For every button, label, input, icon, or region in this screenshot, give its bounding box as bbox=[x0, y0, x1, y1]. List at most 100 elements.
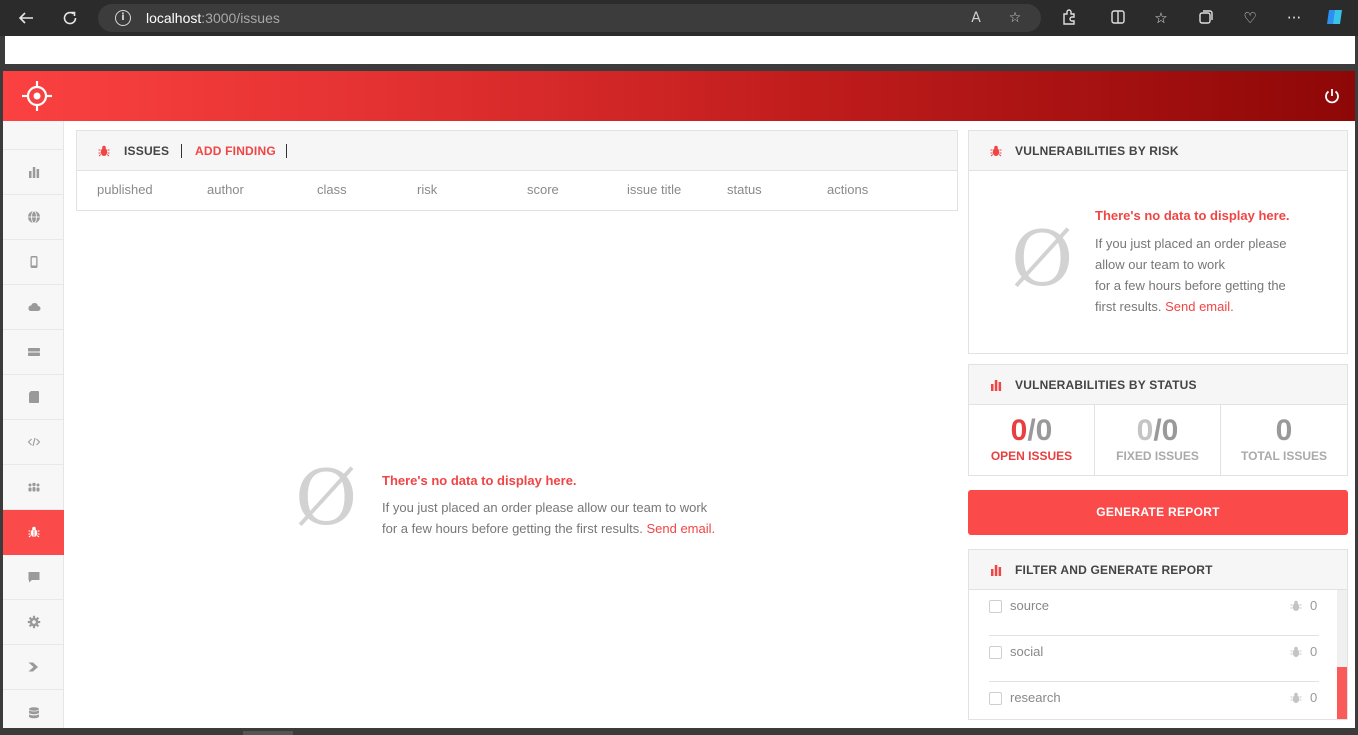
info-icon[interactable]: i bbox=[115, 10, 131, 26]
column-header-issue-title[interactable]: issue title bbox=[627, 182, 681, 197]
cloud-icon bbox=[27, 303, 40, 311]
risk-empty-description: If you just placed an order please allow… bbox=[1095, 236, 1287, 314]
sidebar-item-messages[interactable] bbox=[3, 555, 64, 600]
filter-row-source[interactable]: source 0 bbox=[989, 590, 1319, 636]
column-header-score[interactable]: score bbox=[527, 182, 559, 197]
sidebar-item-dashboard[interactable] bbox=[3, 150, 64, 195]
split-screen-icon[interactable] bbox=[1108, 8, 1128, 28]
header-divider bbox=[181, 144, 182, 158]
column-header-status[interactable]: status bbox=[727, 182, 762, 197]
status-panel-header: VULNERABILITIES BY STATUS bbox=[969, 365, 1347, 405]
app-window: ISSUES ADD FINDING published author clas… bbox=[3, 71, 1355, 728]
more-menu-icon[interactable]: ··· bbox=[1284, 8, 1304, 28]
total-issues-stat: 0 TOTAL ISSUES bbox=[1221, 405, 1347, 475]
collections-icon[interactable] bbox=[1196, 8, 1216, 28]
extensions-icon[interactable] bbox=[1059, 8, 1079, 28]
sidebar-item-forward[interactable] bbox=[3, 645, 64, 690]
source-checkbox[interactable] bbox=[989, 600, 1002, 613]
taskbar-indicator bbox=[243, 731, 293, 735]
filter-count: 0 bbox=[1310, 598, 1318, 613]
filter-label: social bbox=[1010, 644, 1044, 659]
bar-chart-icon bbox=[28, 167, 39, 178]
filter-scrollbar-thumb[interactable] bbox=[1337, 667, 1347, 719]
filter-panel-header: FILTER AND GENERATE REPORT bbox=[969, 550, 1347, 590]
sidebar-item-mobile[interactable] bbox=[3, 240, 64, 285]
column-header-author[interactable]: author bbox=[207, 182, 244, 197]
sidebar-item-issues[interactable] bbox=[3, 510, 64, 555]
url-text: localhost:3000/issues bbox=[146, 10, 280, 26]
column-header-actions[interactable]: actions bbox=[827, 182, 868, 197]
open-issues-label: OPEN ISSUES bbox=[990, 449, 1073, 463]
generate-report-button[interactable]: GENERATE REPORT bbox=[968, 490, 1348, 535]
code-icon bbox=[27, 437, 40, 447]
risk-panel: VULNERABILITIES BY RISK Ø There's no dat… bbox=[968, 130, 1348, 354]
empty-title: There's no data to display here. bbox=[382, 473, 577, 488]
send-email-link[interactable]: Send email. bbox=[1165, 299, 1234, 314]
filter-row-research[interactable]: research 0 bbox=[989, 682, 1319, 719]
issues-header: ISSUES ADD FINDING bbox=[77, 131, 957, 171]
open-issues-stat: 0/0 OPEN ISSUES bbox=[969, 405, 1095, 475]
sidebar-spacer bbox=[3, 121, 64, 150]
bug-icon bbox=[28, 526, 39, 538]
status-panel-title: VULNERABILITIES BY STATUS bbox=[1015, 378, 1197, 392]
header-divider bbox=[286, 144, 287, 158]
database-icon bbox=[28, 706, 39, 718]
favorites-icon[interactable]: ☆ bbox=[1151, 8, 1171, 28]
filter-label: source bbox=[1010, 598, 1050, 613]
column-header-published[interactable]: published bbox=[97, 182, 153, 197]
bug-icon bbox=[1290, 646, 1302, 657]
comment-icon bbox=[28, 572, 39, 583]
bug-icon bbox=[990, 145, 1002, 157]
fixed-issues-count: 0/0 bbox=[1136, 414, 1179, 447]
sidebar-item-server[interactable] bbox=[3, 330, 64, 375]
gear-icon bbox=[27, 615, 40, 629]
server-icon bbox=[27, 348, 40, 356]
read-aloud-icon[interactable]: A bbox=[966, 8, 986, 28]
risk-panel-title: VULNERABILITIES BY RISK bbox=[1015, 144, 1179, 158]
issues-panel: ISSUES ADD FINDING published author clas… bbox=[76, 130, 958, 211]
favorite-star-icon[interactable]: ☆ bbox=[1005, 8, 1025, 28]
add-finding-button[interactable]: ADD FINDING bbox=[195, 144, 276, 158]
copilot-icon[interactable] bbox=[1324, 6, 1344, 26]
status-columns: 0/0 OPEN ISSUES 0/0 FIXED ISSUES 0 TOTAL… bbox=[969, 405, 1347, 475]
send-email-link[interactable]: Send email. bbox=[646, 521, 715, 536]
sidebar-item-storage[interactable] bbox=[3, 375, 64, 420]
column-header-risk[interactable]: risk bbox=[417, 182, 437, 197]
bar-chart-icon bbox=[991, 565, 1002, 576]
sd-card-icon bbox=[28, 391, 39, 403]
reload-icon[interactable] bbox=[52, 0, 88, 36]
filter-row-social[interactable]: social 0 bbox=[989, 636, 1319, 682]
column-header-class[interactable]: class bbox=[317, 182, 347, 197]
bug-icon bbox=[1290, 600, 1302, 611]
fixed-issues-label: FIXED ISSUES bbox=[1116, 449, 1199, 463]
empty-set-icon: Ø bbox=[295, 453, 358, 542]
filter-label: research bbox=[1010, 690, 1061, 705]
sidebar-item-settings[interactable] bbox=[3, 600, 64, 645]
health-icon[interactable]: ♡ bbox=[1240, 8, 1260, 28]
target-logo-icon[interactable] bbox=[21, 80, 53, 112]
sidebar-item-web[interactable] bbox=[3, 195, 64, 240]
sidebar-item-code[interactable] bbox=[3, 420, 64, 465]
page-top-strip bbox=[5, 36, 1355, 64]
filter-count: 0 bbox=[1310, 644, 1318, 659]
status-panel: VULNERABILITIES BY STATUS 0/0 OPEN ISSUE… bbox=[968, 364, 1348, 476]
sidebar-item-social[interactable] bbox=[3, 465, 64, 510]
back-arrow-icon[interactable] bbox=[8, 0, 44, 36]
sidebar-item-cloud[interactable] bbox=[3, 285, 64, 330]
power-icon[interactable] bbox=[1323, 87, 1341, 105]
issues-empty-state: Ø There's no data to display here. If yo… bbox=[295, 458, 775, 546]
social-checkbox[interactable] bbox=[989, 646, 1002, 659]
research-checkbox[interactable] bbox=[989, 692, 1002, 705]
mobile-icon bbox=[30, 256, 37, 268]
filter-count: 0 bbox=[1310, 690, 1318, 705]
total-issues-label: TOTAL ISSUES bbox=[1240, 449, 1327, 463]
empty-set-icon: Ø bbox=[1011, 214, 1074, 303]
fixed-issues-stat: 0/0 FIXED ISSUES bbox=[1095, 405, 1221, 475]
sidebar-item-database[interactable] bbox=[3, 690, 64, 728]
users-icon bbox=[28, 482, 39, 492]
sidebar bbox=[3, 121, 64, 728]
filter-panel: FILTER AND GENERATE REPORT source 0 soci… bbox=[968, 549, 1348, 720]
issues-title: ISSUES bbox=[124, 144, 170, 158]
address-bar[interactable]: i localhost:3000/issues A ☆ bbox=[98, 4, 1041, 32]
globe-icon bbox=[27, 210, 40, 224]
